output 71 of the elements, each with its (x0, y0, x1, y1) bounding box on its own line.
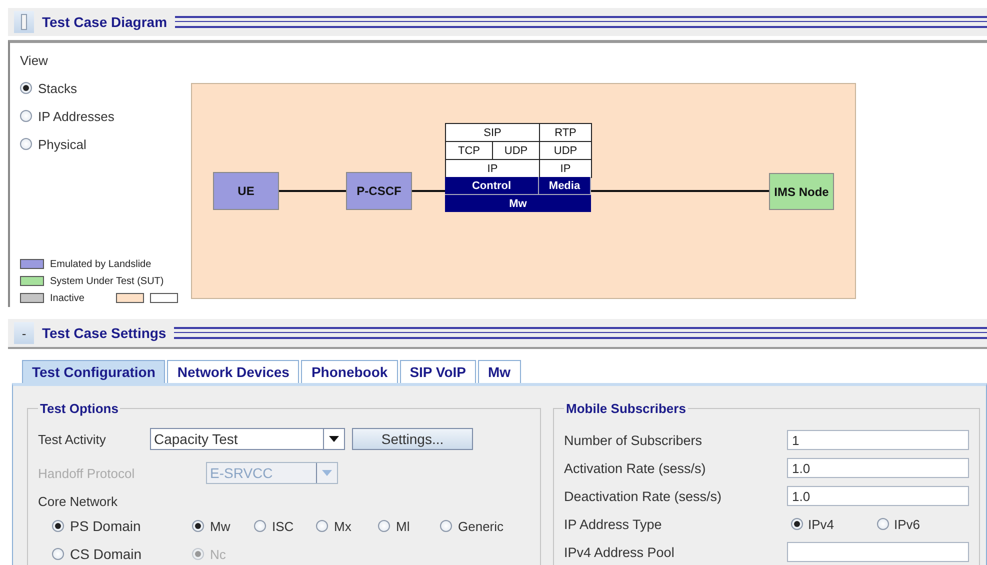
radio-label[interactable]: Stacks (38, 80, 78, 96)
tab[interactable]: Phonebook (301, 360, 398, 383)
field-label: IPv4 Address Pool (564, 544, 676, 560)
radio-button[interactable] (877, 518, 889, 530)
radio-button[interactable] (52, 548, 64, 560)
radio-label[interactable]: Ml (396, 518, 410, 534)
legend-label: Inactive (50, 292, 84, 304)
expand-button[interactable]: - (14, 322, 34, 344)
input-field[interactable]: 1.0 (787, 486, 969, 506)
connector-line (412, 190, 445, 192)
tab[interactable]: Network Devices (167, 360, 300, 383)
dropdown[interactable]: Capacity Test (150, 428, 345, 450)
radio-button[interactable] (20, 110, 32, 122)
connector-line (279, 190, 346, 192)
tab[interactable]: SIP VoIP (400, 360, 476, 383)
legend-label: System Under Test (SUT) (50, 276, 164, 286)
radio-button[interactable] (440, 520, 452, 532)
input-field[interactable] (787, 542, 969, 562)
radio-label[interactable]: Mx (334, 518, 352, 534)
network-node[interactable]: P-CSCF (346, 172, 412, 210)
radio-label[interactable]: CS Domain (70, 546, 142, 562)
radio-button[interactable] (316, 520, 328, 532)
radio-label[interactable]: IPv4 (808, 516, 834, 532)
network-node[interactable]: UE (213, 172, 279, 210)
tab[interactable]: Test Configuration (22, 360, 166, 383)
caret-icon (322, 470, 332, 476)
input-field[interactable]: 1.0 (787, 458, 969, 478)
protocol-cell: IP (539, 159, 592, 178)
collapse-button[interactable] (14, 11, 34, 33)
radio-button[interactable] (791, 518, 803, 530)
field-label: Core Network (38, 494, 118, 508)
field-label: Handoff Protocol (38, 466, 136, 480)
radio-button[interactable] (254, 520, 266, 532)
radio-button[interactable] (192, 520, 204, 532)
group-title: Test Options (39, 401, 120, 416)
settings-button[interactable]: Settings... (352, 428, 473, 450)
field-label: Deactivation Rate (sess/s) (564, 488, 723, 504)
radio-label[interactable]: PS Domain (70, 518, 141, 534)
field-label: IP Address Type (564, 516, 663, 532)
radio-button[interactable] (20, 138, 32, 150)
caret-icon (329, 436, 339, 442)
protocol-cell: SIP (445, 123, 540, 142)
radio-button[interactable] (52, 520, 64, 532)
field-label: Activation Rate (sess/s) (564, 460, 707, 476)
section-title: Test Case Settings (42, 325, 166, 341)
tab[interactable]: Mw (478, 360, 521, 383)
input-field[interactable]: 1 (787, 430, 969, 450)
radio-label[interactable]: Generic (458, 518, 504, 534)
protocol-cell: IP (445, 159, 540, 178)
interface-label: Mw (445, 194, 591, 212)
protocol-cell: UDP (492, 141, 540, 160)
plane-label: Media (539, 177, 591, 194)
plane-label: Control (445, 177, 539, 194)
radio-label[interactable]: ISC (272, 518, 294, 534)
radio-button[interactable] (20, 82, 32, 94)
toggle-icon (21, 14, 27, 30)
protocol-cell: RTP (539, 123, 592, 142)
view-label: View (20, 53, 49, 68)
radio-label[interactable]: IPv6 (894, 516, 920, 532)
section-title: Test Case Diagram (42, 14, 168, 30)
radio-label[interactable]: IP Addresses (38, 108, 114, 124)
protocol-cell: TCP (445, 141, 493, 160)
field-label: Number of Subscribers (564, 432, 704, 448)
legend-label: Emulated by Landslide (50, 258, 152, 270)
group-title: Mobile Subscribers (565, 401, 687, 416)
protocol-cell: UDP (539, 141, 592, 160)
radio-button[interactable] (378, 520, 390, 532)
radio-label[interactable]: Mw (210, 518, 230, 534)
network-node[interactable]: IMS Node (769, 173, 834, 210)
radio-label[interactable]: Physical (38, 136, 86, 152)
field-label: Test Activity (38, 432, 107, 446)
